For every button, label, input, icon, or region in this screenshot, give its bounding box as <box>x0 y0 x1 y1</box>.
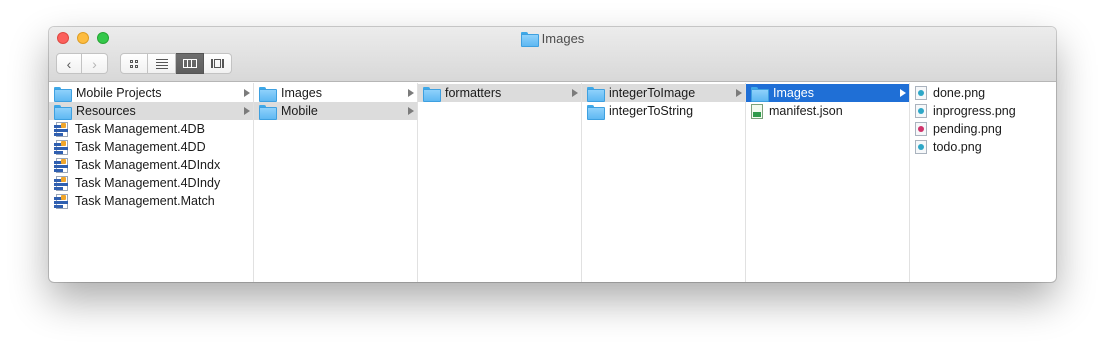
forward-button[interactable]: › <box>82 53 108 74</box>
4d-document-icon <box>54 121 69 137</box>
list-icon <box>155 58 168 69</box>
browser-item-label: integerToString <box>609 104 694 118</box>
chevron-right-icon: › <box>92 55 97 72</box>
browser-item[interactable]: Task Management.4DIndx <box>49 156 253 174</box>
json-file-icon <box>751 103 763 119</box>
disclosure-arrow-icon <box>572 89 578 97</box>
navigation-buttons: ‹ › <box>56 53 108 74</box>
disclosure-arrow-icon <box>244 107 250 115</box>
browser-item-label: integerToImage <box>609 86 696 100</box>
png-file-icon <box>915 104 927 118</box>
browser-item[interactable]: Task Management.4DD <box>49 138 253 156</box>
disclosure-arrow-icon <box>408 107 414 115</box>
browser-column-3: formatters <box>418 83 582 282</box>
browser-item-label: Images <box>773 86 814 100</box>
browser-item[interactable]: pending.png <box>910 120 1056 138</box>
browser-item-label: inprogress.png <box>933 104 1016 118</box>
disclosure-arrow-icon <box>244 89 250 97</box>
folder-icon <box>423 86 441 102</box>
column-view-button[interactable] <box>176 53 204 74</box>
browser-item[interactable]: integerToString <box>582 102 745 120</box>
4d-document-icon <box>54 157 69 173</box>
icon-grid-icon <box>130 59 138 68</box>
browser-item-label: Images <box>281 86 322 100</box>
browser-item-label: Mobile <box>281 104 318 118</box>
png-file-icon <box>915 86 927 100</box>
browser-item[interactable]: done.png <box>910 84 1056 102</box>
folder-icon <box>54 86 72 102</box>
browser-item[interactable]: Mobile <box>254 102 417 120</box>
browser-column-1: Mobile Projects Resources Task Management.… <box>49 83 254 282</box>
browser-item[interactable]: Resources <box>49 102 253 120</box>
list-view-button[interactable] <box>148 53 176 74</box>
browser-item-label: manifest.json <box>769 104 843 118</box>
cover-flow-icon <box>211 59 224 68</box>
browser-item-label: done.png <box>933 86 986 100</box>
browser-item[interactable]: formatters <box>418 84 581 102</box>
finder-window: Images ‹ › Mobile Projects Resources Tas… <box>49 27 1056 282</box>
browser-item-label: Resources <box>76 104 136 118</box>
columns-icon <box>182 59 197 68</box>
browser-item-label: Task Management.4DIndx <box>75 158 221 172</box>
browser-item-label: Task Management.4DB <box>75 122 205 136</box>
folder-icon <box>259 86 277 102</box>
disclosure-arrow-icon <box>736 89 742 97</box>
png-file-icon <box>915 140 927 154</box>
browser-column-4: integerToImage integerToString <box>582 83 746 282</box>
folder-icon <box>587 104 605 120</box>
browser-item[interactable]: todo.png <box>910 138 1056 156</box>
browser-item-label: formatters <box>445 86 502 100</box>
png-file-icon-pending <box>915 122 927 136</box>
browser-item[interactable]: Images <box>254 84 417 102</box>
folder-icon <box>54 104 72 120</box>
folder-icon <box>259 104 277 120</box>
folder-icon <box>751 86 769 102</box>
window-title: Images <box>49 31 1056 47</box>
browser-item-label: Mobile Projects <box>76 86 162 100</box>
column-browser: Mobile Projects Resources Task Management.… <box>49 83 1056 282</box>
disclosure-arrow-icon <box>408 89 414 97</box>
browser-item-label: Task Management.4DIndy <box>75 176 221 190</box>
window-title-text: Images <box>541 31 585 46</box>
titlebar: Images ‹ › <box>49 27 1056 82</box>
browser-item-label: todo.png <box>933 140 982 154</box>
disclosure-arrow-icon <box>900 89 906 97</box>
cover-flow-view-button[interactable] <box>204 53 232 74</box>
view-mode-selector <box>120 53 232 74</box>
4d-document-icon <box>54 175 69 191</box>
browser-item[interactable]: Mobile Projects <box>49 84 253 102</box>
browser-item-label: Task Management.Match <box>75 194 215 208</box>
browser-item[interactable]: Task Management.Match <box>49 192 253 210</box>
browser-item[interactable]: inprogress.png <box>910 102 1056 120</box>
browser-item-label: pending.png <box>933 122 1002 136</box>
4d-document-icon <box>54 193 69 209</box>
browser-item-label: Task Management.4DD <box>75 140 206 154</box>
browser-column-5: Images manifest.json <box>746 83 910 282</box>
browser-item[interactable]: Task Management.4DIndy <box>49 174 253 192</box>
browser-column-6: done.png inprogress.png pending.png todo.pn… <box>910 83 1056 282</box>
4d-document-icon <box>54 139 69 155</box>
browser-item[interactable]: integerToImage <box>582 84 745 102</box>
chevron-left-icon: ‹ <box>66 55 72 72</box>
folder-icon <box>520 32 539 47</box>
browser-item[interactable]: Task Management.4DB <box>49 120 253 138</box>
browser-column-2: Images Mobile <box>254 83 418 282</box>
folder-icon <box>587 86 605 102</box>
icon-view-button[interactable] <box>120 53 148 74</box>
back-button[interactable]: ‹ <box>56 53 82 74</box>
browser-item[interactable]: manifest.json <box>746 102 909 120</box>
browser-item[interactable]: Images <box>746 84 909 102</box>
